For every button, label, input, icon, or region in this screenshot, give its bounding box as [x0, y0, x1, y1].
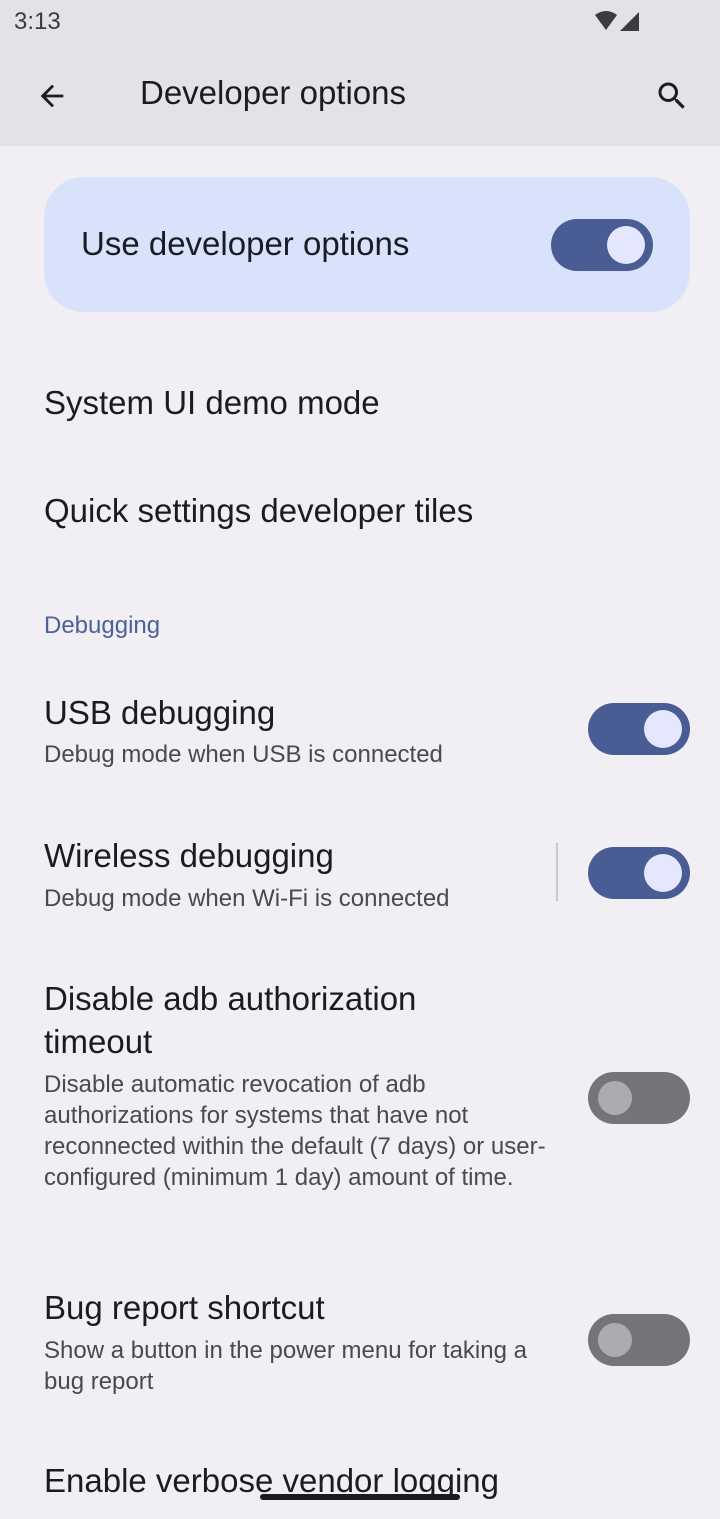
- arrow-back-icon: [40, 84, 64, 108]
- switch-thumb: [598, 1081, 632, 1115]
- wireless-debugging-switch[interactable]: [588, 847, 690, 899]
- wifi-icon: [595, 11, 617, 30]
- wireless-debugging-summary: Debug mode when Wi-Fi is connected: [44, 885, 450, 912]
- status-icons: [594, 10, 642, 34]
- divider: [556, 843, 558, 901]
- usb-debugging-title[interactable]: USB debugging: [44, 694, 275, 732]
- switch-thumb: [598, 1323, 632, 1357]
- quick-settings-developer-tiles-item[interactable]: Quick settings developer tiles: [44, 492, 473, 530]
- usb-debugging-summary: Debug mode when USB is connected: [44, 741, 443, 768]
- disable-adb-timeout-switch[interactable]: [588, 1072, 690, 1124]
- disable-adb-timeout-title-line2[interactable]: timeout: [44, 1023, 152, 1061]
- search-icon: [658, 82, 685, 109]
- search-button[interactable]: [646, 70, 698, 122]
- back-button[interactable]: [26, 70, 78, 122]
- bug-report-shortcut-summary: Show a button in the power menu for taki…: [44, 1337, 527, 1395]
- system-ui-demo-mode-item[interactable]: System UI demo mode: [44, 384, 380, 422]
- switch-thumb: [607, 226, 645, 264]
- bug-report-shortcut-switch[interactable]: [588, 1314, 690, 1366]
- disable-adb-timeout-title-line1[interactable]: Disable adb authorization: [44, 980, 416, 1018]
- section-header-debugging: Debugging: [44, 612, 161, 639]
- home-indicator[interactable]: [260, 1494, 460, 1500]
- status-time: 3:13: [14, 8, 61, 35]
- disable-adb-timeout-summary: Disable automatic revocation of adb auth…: [44, 1071, 546, 1191]
- switch-thumb: [644, 854, 682, 892]
- cell-signal-icon: [620, 12, 639, 31]
- bug-report-shortcut-title[interactable]: Bug report shortcut: [44, 1289, 325, 1327]
- use-developer-options-switch[interactable]: [551, 219, 653, 271]
- use-developer-options-card[interactable]: Use developer options: [44, 177, 690, 312]
- usb-debugging-switch[interactable]: [588, 703, 690, 755]
- page-title: Developer options: [140, 74, 406, 111]
- wireless-debugging-title[interactable]: Wireless debugging: [44, 837, 334, 875]
- switch-thumb: [644, 710, 682, 748]
- use-developer-options-label: Use developer options: [81, 225, 410, 262]
